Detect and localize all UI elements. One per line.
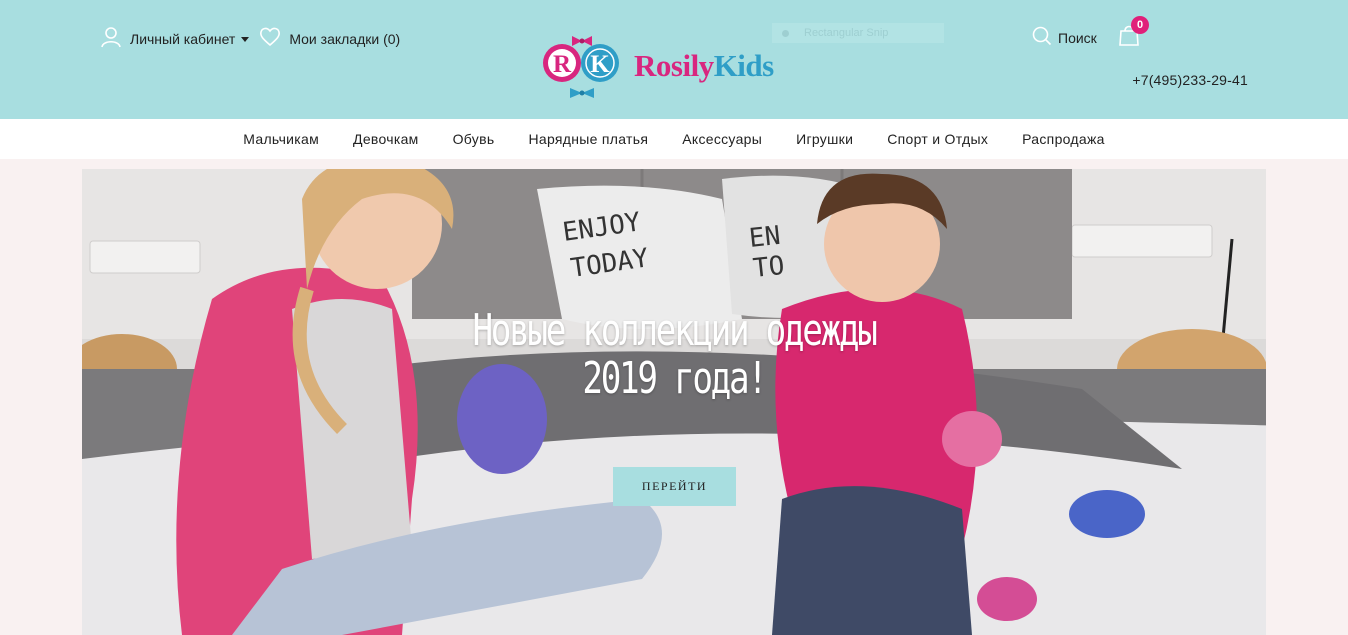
user-icon	[100, 26, 122, 51]
site-header: Личный кабинет Мои закладки (0) Rectangu…	[0, 0, 1348, 119]
nav-item-boys[interactable]: Мальчикам	[243, 131, 319, 147]
chevron-down-icon	[241, 37, 250, 42]
nav-item-dresses[interactable]: Нарядные платья	[528, 131, 648, 147]
svg-text:R: R	[553, 51, 572, 78]
header-left: Личный кабинет Мои закладки (0)	[100, 26, 400, 51]
cart-count-badge: 0	[1131, 16, 1149, 34]
nav-item-toys[interactable]: Игрушки	[796, 131, 853, 147]
logo-monogram-icon: R K	[543, 36, 619, 98]
logo-word-kids: Kids	[713, 48, 775, 83]
account-label: Личный кабинет	[130, 30, 236, 47]
snip-dot-icon	[782, 29, 789, 37]
rectangular-snip-overlay: Rectangular Snip	[772, 23, 944, 43]
nav-item-girls[interactable]: Девочкам	[353, 131, 419, 147]
cart-button[interactable]: 0	[1118, 16, 1149, 51]
search-button[interactable]: Поиск	[1026, 26, 1097, 49]
search-label: Поиск	[1058, 29, 1097, 46]
bookmarks-link[interactable]: Мои закладки (0)	[259, 27, 400, 50]
nav-item-sport[interactable]: Спорт и Отдых	[887, 131, 988, 147]
header-right: Поиск 0 +7(495)233-29-41	[1008, 16, 1248, 92]
site-logo[interactable]: R K RosilyKids	[542, 30, 774, 102]
hero-title-line1: Новые коллекции одежды	[472, 305, 877, 356]
search-icon	[1032, 26, 1052, 49]
hero-banner: ENJOY TODAY EN TO Новые коллекции одежды…	[82, 169, 1266, 635]
main-nav: Мальчикам Девочкам Обувь Нарядные платья…	[0, 119, 1348, 159]
phone-number[interactable]: +7(495)233-29-41	[1132, 72, 1248, 88]
svg-text:TO: TO	[752, 251, 786, 284]
svg-text:EN: EN	[748, 221, 782, 254]
hero-go-button[interactable]: ПЕРЕЙТИ	[613, 467, 736, 506]
nav-item-sale[interactable]: Распродажа	[1022, 131, 1105, 147]
heart-icon	[259, 27, 281, 50]
hero-title: Новые коллекции одежды 2019 года!	[212, 307, 1136, 403]
bookmarks-label: Мои закладки (0)	[289, 30, 401, 47]
nav-item-accessories[interactable]: Аксессуары	[682, 131, 762, 147]
logo-wordmark: RosilyKids	[634, 48, 774, 84]
nav-item-shoes[interactable]: Обувь	[453, 131, 495, 147]
svg-text:K: K	[590, 51, 610, 78]
account-menu[interactable]: Личный кабинет	[100, 26, 250, 51]
snip-label: Rectangular Snip	[804, 27, 889, 39]
logo-word-rosily: Rosily	[634, 48, 714, 83]
hero-title-line2: 2019 года!	[582, 353, 768, 404]
